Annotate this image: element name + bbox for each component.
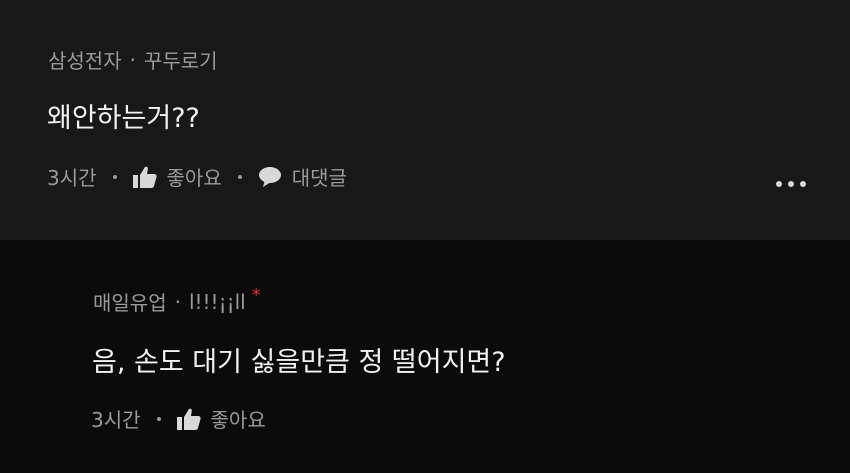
action-separator: [237, 174, 242, 179]
reply-author-meta: 매일유업 · l!!!¡¡ll *: [93, 285, 261, 316]
like-button[interactable]: 좋아요: [132, 162, 222, 191]
reply-actions: 3시간 좋아요: [91, 404, 266, 433]
comment-time: 3시간: [91, 408, 141, 432]
comment-time: 3시간: [47, 166, 97, 190]
meta-separator-dot: ·: [174, 289, 181, 314]
action-separator: [112, 174, 117, 179]
reply-button[interactable]: 대댓글: [258, 162, 347, 191]
meta-separator-dot: ·: [129, 47, 136, 72]
like-label: 좋아요: [210, 408, 266, 432]
author-nickname[interactable]: l!!!¡¡ll: [189, 290, 246, 314]
more-dot: [800, 181, 806, 187]
comment-text: 왜안하는거??: [47, 103, 200, 134]
comment-author-meta: 삼성전자 · 꾸두로기: [48, 45, 218, 74]
reply-text: 음, 손도 대기 싫을만큼 정 떨어지면?: [92, 347, 506, 378]
comment-card: 삼성전자 · 꾸두로기 왜안하는거?? 3시간 좋아요 대댓글: [0, 0, 850, 240]
author-company[interactable]: 삼성전자: [48, 45, 122, 74]
reply-label: 대댓글: [291, 166, 347, 190]
like-label: 좋아요: [166, 166, 222, 190]
thumbs-up-icon: [176, 408, 201, 430]
author-nickname[interactable]: 꾸두로기: [144, 45, 218, 74]
like-button[interactable]: 좋아요: [176, 404, 266, 433]
more-dot: [776, 181, 782, 187]
more-dot: [788, 181, 794, 187]
speech-bubble-icon: [258, 166, 281, 187]
author-company[interactable]: 매일유업: [93, 287, 167, 316]
more-dots-icon[interactable]: [776, 181, 806, 187]
author-badge: *: [251, 285, 261, 306]
comment-actions: 3시간 좋아요 대댓글: [47, 162, 347, 191]
action-separator: [156, 416, 161, 421]
thumbs-up-icon: [132, 166, 157, 188]
reply-comment-card: 매일유업 · l!!!¡¡ll * 음, 손도 대기 싫을만큼 정 떨어지면? …: [0, 240, 850, 473]
